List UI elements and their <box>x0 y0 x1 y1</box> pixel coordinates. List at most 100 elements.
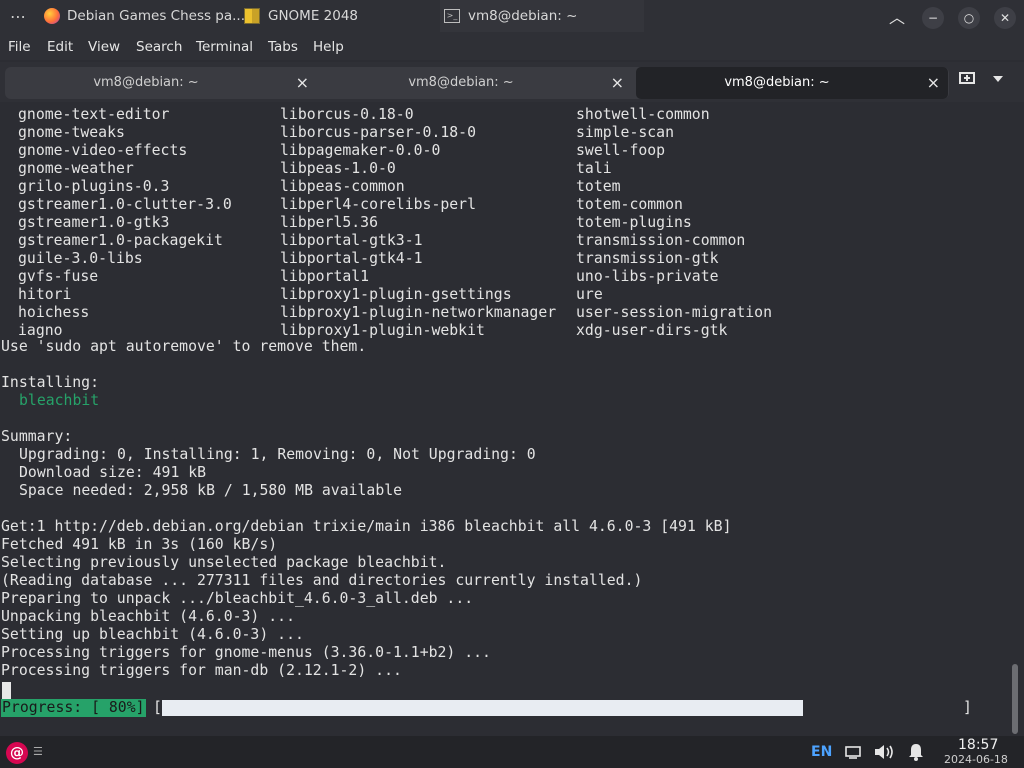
network-icon[interactable] <box>845 736 861 768</box>
package-name: grilo-plugins-0.3 <box>18 178 170 195</box>
package-name: gnome-tweaks <box>18 124 125 141</box>
debian-menu-icon[interactable]: @ <box>6 742 28 764</box>
terminal-icon: >_ <box>444 9 460 23</box>
package-name: totem-common <box>576 196 683 213</box>
close-tab-icon[interactable]: × <box>927 73 940 92</box>
language-indicator[interactable]: EN <box>811 736 832 768</box>
package-name: libportal-gtk4-1 <box>280 250 423 267</box>
clock-date: 2024-06-18 <box>944 753 1008 766</box>
log-line: Processing triggers for gnome-menus (3.3… <box>1 644 491 661</box>
package-name: libproxy1-plugin-networkmanager <box>280 304 557 321</box>
menu-view[interactable]: View <box>88 39 120 55</box>
log-line: Selecting previously unselected package … <box>1 554 447 571</box>
log-line: Fetched 491 kB in 3s (160 kB/s) <box>1 536 278 553</box>
tab-3[interactable]: vm8@debian: ~ × <box>636 67 948 99</box>
autoremove-line: Use 'sudo apt autoremove' to remove them… <box>1 338 367 355</box>
menu-bar: File Edit View Search Terminal Tabs Help <box>0 36 1024 60</box>
summary-line: Upgrading: 0, Installing: 1, Removing: 0… <box>19 446 536 463</box>
package-name: ure <box>576 286 603 303</box>
package-name: libperl5.36 <box>280 214 378 231</box>
installing-package: bleachbit <box>19 392 100 409</box>
tab-label: vm8@debian: ~ <box>408 75 514 90</box>
progress-label: Progress: [ 80%] <box>1 699 146 717</box>
package-name: transmission-gtk <box>576 250 719 267</box>
package-name: guile-3.0-libs <box>18 250 143 267</box>
package-name: gstreamer1.0-clutter-3.0 <box>18 196 232 213</box>
log-line: Unpacking bleachbit (4.6.0-3) ... <box>1 608 295 625</box>
scrollbar[interactable] <box>1012 664 1018 734</box>
log-line: Get:1 http://deb.debian.org/debian trixi… <box>1 518 732 535</box>
menu-help[interactable]: Help <box>313 39 344 55</box>
package-name: libportal-gtk3-1 <box>280 232 423 249</box>
package-name: libpeas-common <box>280 178 405 195</box>
tab-1[interactable]: vm8@debian: ~ × <box>5 67 317 99</box>
package-name: liborcus-parser-0.18-0 <box>280 124 476 141</box>
taskbar-item-label: GNOME 2048 <box>268 8 359 24</box>
network-icon-glyph <box>845 746 861 759</box>
taskbar-item-browser[interactable]: Debian Games Chess pa... <box>42 0 245 32</box>
chevron-up-icon[interactable]: ︿ <box>886 7 908 29</box>
package-name: hitori <box>18 286 72 303</box>
menu-search[interactable]: Search <box>136 39 182 55</box>
package-name: liborcus-0.18-0 <box>280 106 414 123</box>
minimize-button[interactable]: − <box>922 7 944 29</box>
log-line: Processing triggers for man-db (2.12.1-2… <box>1 662 402 679</box>
tab-2[interactable]: vm8@debian: ~ × <box>320 67 632 99</box>
package-name: simple-scan <box>576 124 674 141</box>
package-name: totem <box>576 178 621 195</box>
package-name: totem-plugins <box>576 214 692 231</box>
terminal-cursor <box>2 682 11 699</box>
package-name: transmission-common <box>576 232 746 249</box>
package-name: shotwell-common <box>576 106 710 123</box>
menu-terminal[interactable]: Terminal <box>196 39 253 55</box>
tab-label: vm8@debian: ~ <box>724 75 830 90</box>
progress-bracket-open: [ <box>153 699 162 716</box>
close-tab-icon[interactable]: × <box>611 73 624 92</box>
new-tab-icon <box>959 72 975 84</box>
volume-icon[interactable] <box>873 736 895 768</box>
taskbar <box>0 736 1024 768</box>
package-name: user-session-migration <box>576 304 772 321</box>
summary-line: Space needed: 2,958 kB / 1,580 MB availa… <box>19 482 403 499</box>
gnome-2048-icon <box>244 8 260 24</box>
log-line: Preparing to unpack .../bleachbit_4.6.0-… <box>1 590 474 607</box>
package-name: gnome-video-effects <box>18 142 188 159</box>
close-button[interactable]: ✕ <box>994 7 1016 29</box>
taskbar-item-2048[interactable]: GNOME 2048 <box>244 0 434 32</box>
tab-label: vm8@debian: ~ <box>93 75 199 90</box>
package-name: gnome-weather <box>18 160 134 177</box>
package-name: uno-libs-private <box>576 268 719 285</box>
package-name: libproxy1-plugin-gsettings <box>280 286 512 303</box>
package-name: gnome-text-editor <box>18 106 170 123</box>
bell-icon <box>909 744 923 761</box>
installing-header: Installing: <box>1 374 99 391</box>
launcher-separator-icon: ☰ <box>33 745 43 758</box>
progress-bar <box>162 700 803 716</box>
speaker-icon <box>875 745 893 759</box>
package-name: gvfs-fuse <box>18 268 99 285</box>
taskbar-item-terminal[interactable]: >_ vm8@debian: ~ <box>440 0 644 32</box>
clock-time[interactable]: 18:57 <box>958 737 998 753</box>
package-name: swell-foop <box>576 142 666 159</box>
new-tab-button[interactable] <box>956 70 978 92</box>
package-name: libperl4-corelibs-perl <box>280 196 476 213</box>
taskbar-item-label: vm8@debian: ~ <box>468 8 578 24</box>
notifications-icon[interactable] <box>906 736 926 768</box>
menu-edit[interactable]: Edit <box>47 39 73 55</box>
package-name: gstreamer1.0-packagekit <box>18 232 223 249</box>
taskbar-item-label: Debian Games Chess pa... <box>67 8 246 24</box>
progress-bracket-close: ] <box>963 699 972 716</box>
terminal-view[interactable]: gnome-text-editor liborcus-0.18-0 shotwell… <box>0 104 1024 736</box>
maximize-button[interactable]: ○ <box>958 7 980 29</box>
close-tab-icon[interactable]: × <box>296 73 309 92</box>
tabs-menu-button[interactable] <box>992 72 1004 86</box>
log-line: (Reading database ... 277311 files and d… <box>1 572 643 589</box>
log-line: Setting up bleachbit (4.6.0-3) ... <box>1 626 304 643</box>
package-name: libpeas-1.0-0 <box>280 160 396 177</box>
menu-file[interactable]: File <box>8 39 31 55</box>
firefox-icon <box>44 8 60 24</box>
menu-tabs[interactable]: Tabs <box>268 39 298 55</box>
summary-header: Summary: <box>1 428 73 445</box>
package-name: tali <box>576 160 612 177</box>
package-name: libpagemaker-0.0-0 <box>280 142 441 159</box>
